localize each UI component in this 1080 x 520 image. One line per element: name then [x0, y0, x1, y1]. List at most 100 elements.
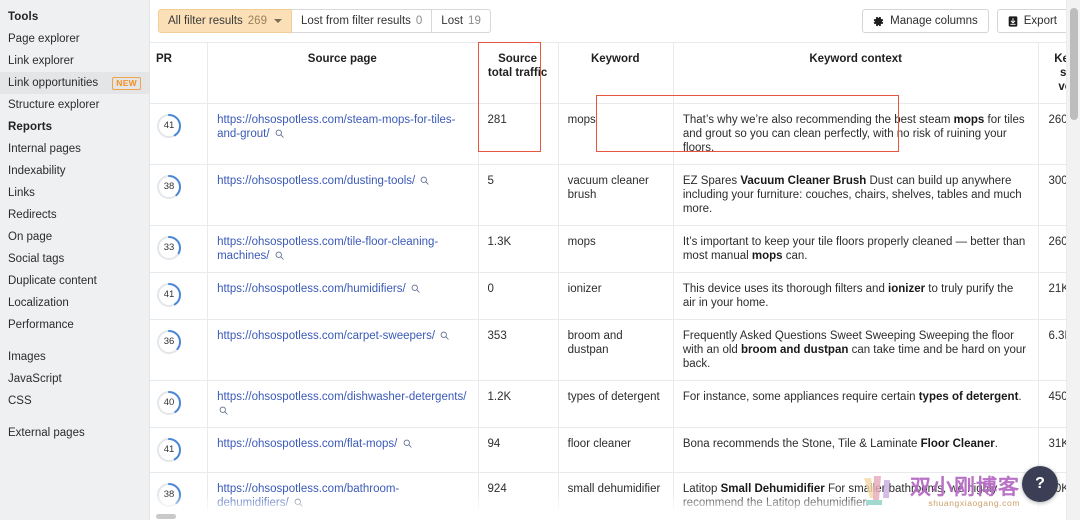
sidebar-item-label: Page explorer: [8, 32, 80, 46]
inspect-search-icon[interactable]: [418, 175, 429, 187]
sidebar-item-label: Performance: [8, 318, 74, 332]
export-button[interactable]: Export: [997, 9, 1068, 33]
source-page-link[interactable]: https://ohsospotless.com/bathroom-dehumi…: [217, 483, 399, 509]
table-row[interactable]: 41https://ohsospotless.com/humidifiers/ …: [150, 273, 1080, 320]
filter-tab-lost[interactable]: Lost 19: [432, 9, 491, 33]
page-rating-value: 41: [156, 113, 182, 139]
cell-keyword-context: Frequently Asked Questions Sweet Sweepin…: [673, 320, 1039, 381]
sidebar-item-label: Indexability: [8, 164, 66, 178]
sidebar-item-structure-explorer[interactable]: Structure explorer: [0, 94, 149, 116]
table-row[interactable]: 38 https://ohsospotless.com/dusting-tools…: [150, 165, 1080, 226]
sidebar-item-localization[interactable]: Localization: [0, 292, 149, 314]
page-rating-ring: 38: [156, 174, 182, 200]
page-rating-value: 36: [156, 329, 182, 355]
cell-source-page: https://ohsospotless.com/dusting-tools/: [208, 165, 478, 226]
cell-keyword-context: For instance, some appliances require ce…: [673, 381, 1039, 428]
cell-keyword: types of detergent: [558, 381, 673, 428]
source-page-link[interactable]: https://ohsospotless.com/dusting-tools/: [217, 175, 415, 187]
inspect-search-icon[interactable]: [217, 405, 228, 417]
link-opportunities-table: PRSource pageSource total trafficKeyword…: [150, 42, 1080, 520]
sidebar-item-link-opportunities[interactable]: Link opportunitiesNEW: [0, 72, 149, 94]
sidebar-item-images[interactable]: Images: [0, 346, 149, 368]
page-rating-value: 41: [156, 437, 182, 463]
cell-keyword: floor cleaner: [558, 428, 673, 473]
export-icon: [1008, 16, 1018, 27]
sidebar-item-links[interactable]: Links: [0, 182, 149, 204]
toolbar: All filter results269Lost from filter re…: [150, 0, 1080, 42]
cell-source-page: https://ohsospotless.com/dishwasher-dete…: [208, 381, 478, 428]
source-page-link[interactable]: https://ohsospotless.com/carpet-sweepers…: [217, 330, 435, 342]
page-rating-ring: 40: [156, 390, 182, 416]
sidebar-item-label: Internal pages: [8, 142, 81, 156]
column-header-source-page[interactable]: Source page: [208, 43, 478, 104]
sidebar-item-internal-pages[interactable]: Internal pages: [0, 138, 149, 160]
cell-pr: 41: [150, 273, 208, 320]
cell-keyword-context: It’s important to keep your tile floors …: [673, 226, 1039, 273]
manage-columns-label: Manage columns: [890, 15, 978, 27]
sidebar-item-label: On page: [8, 230, 52, 244]
sidebar-item-social-tags[interactable]: Social tags: [0, 248, 149, 270]
table-row[interactable]: 41 https://ohsospotless.com/flat-mops/ 94…: [150, 428, 1080, 473]
page-rating-value: 41: [156, 282, 182, 308]
results-table-scroll-area[interactable]: PRSource pageSource total trafficKeyword…: [150, 42, 1080, 520]
horizontal-scrollbar[interactable]: [150, 513, 1066, 520]
sidebar-divider: [0, 336, 149, 346]
filter-tab-label: Lost: [441, 15, 463, 27]
sidebar-item-label: JavaScript: [8, 372, 62, 386]
filter-tab-lost-from-filter-results[interactable]: Lost from filter results0: [292, 9, 432, 33]
table-row[interactable]: 36 https://ohsospotless.com/carpet-sweepe…: [150, 320, 1080, 381]
cell-source-page: https://ohsospotless.com/humidifiers/: [208, 273, 478, 320]
inspect-search-icon[interactable]: [401, 438, 412, 450]
sidebar-item-duplicate-content[interactable]: Duplicate content: [0, 270, 149, 292]
sidebar-divider: [0, 412, 149, 422]
sidebar-item-label: Duplicate content: [8, 274, 97, 288]
page-rating-value: 40: [156, 390, 182, 416]
column-header-keyword[interactable]: Keyword: [558, 43, 673, 104]
main-content: All filter results269Lost from filter re…: [150, 0, 1080, 520]
sidebar-item-performance[interactable]: Performance: [0, 314, 149, 336]
sidebar-item-label: Redirects: [8, 208, 57, 222]
filter-tab-all-filter-results[interactable]: All filter results269: [158, 9, 292, 33]
column-header-keyword-context[interactable]: Keyword context: [673, 43, 1039, 104]
table-row[interactable]: 33https://ohsospotless.com/tile-floor-cl…: [150, 226, 1080, 273]
source-page-link[interactable]: https://ohsospotless.com/dishwasher-dete…: [217, 391, 466, 403]
inspect-search-icon[interactable]: [438, 330, 449, 342]
horizontal-scrollbar-thumb[interactable]: [156, 514, 176, 519]
sidebar-item-redirects[interactable]: Redirects: [0, 204, 149, 226]
cell-keyword-context: This device uses its thorough filters an…: [673, 273, 1039, 320]
vertical-scrollbar[interactable]: [1066, 0, 1080, 520]
inspect-search-icon[interactable]: [273, 250, 284, 262]
cell-keyword: mops: [558, 104, 673, 165]
export-label: Export: [1024, 15, 1057, 27]
sidebar-item-css[interactable]: CSS: [0, 390, 149, 412]
sidebar-item-page-explorer[interactable]: Page explorer: [0, 28, 149, 50]
vertical-scrollbar-thumb[interactable]: [1070, 8, 1078, 120]
inspect-search-icon[interactable]: [273, 128, 284, 140]
source-page-link[interactable]: https://ohsospotless.com/humidifiers/: [217, 283, 406, 295]
help-label: ?: [1035, 475, 1045, 493]
table-row[interactable]: 41 https://ohsospotless.com/steam-mops-fo…: [150, 104, 1080, 165]
sidebar-item-indexability[interactable]: Indexability: [0, 160, 149, 182]
filter-tab-count: 19: [468, 15, 481, 27]
cell-keyword-context: That’s why we’re also recommending the b…: [673, 104, 1039, 165]
sidebar-item-on-page[interactable]: On page: [0, 226, 149, 248]
source-page-link[interactable]: https://ohsospotless.com/tile-floor-clea…: [217, 236, 438, 262]
sidebar-item-javascript[interactable]: JavaScript: [0, 368, 149, 390]
source-page-link[interactable]: https://ohsospotless.com/flat-mops/: [217, 438, 397, 450]
cell-keyword-context: Bona recommends the Stone, Tile & Lamina…: [673, 428, 1039, 473]
column-header-source-total-traffic[interactable]: Source total traffic: [478, 43, 558, 104]
sidebar-item-label: Images: [8, 350, 46, 364]
inspect-search-icon[interactable]: [292, 497, 303, 509]
sidebar-item-link-explorer[interactable]: Link explorer: [0, 50, 149, 72]
column-header-pr[interactable]: PR: [150, 43, 208, 104]
cell-source-total-traffic: 94: [478, 428, 558, 473]
source-page-link[interactable]: https://ohsospotless.com/steam-mops-for-…: [217, 114, 455, 140]
cell-keyword: broom and dustpan: [558, 320, 673, 381]
table-head: PRSource pageSource total trafficKeyword…: [150, 43, 1080, 104]
inspect-search-icon[interactable]: [409, 283, 420, 295]
sidebar-item-external-pages[interactable]: External pages: [0, 422, 149, 444]
table-row[interactable]: 40 https://ohsospotless.com/dishwasher-de…: [150, 381, 1080, 428]
cell-source-page: https://ohsospotless.com/flat-mops/: [208, 428, 478, 473]
help-button[interactable]: ?: [1022, 466, 1058, 502]
manage-columns-button[interactable]: Manage columns: [862, 9, 989, 33]
